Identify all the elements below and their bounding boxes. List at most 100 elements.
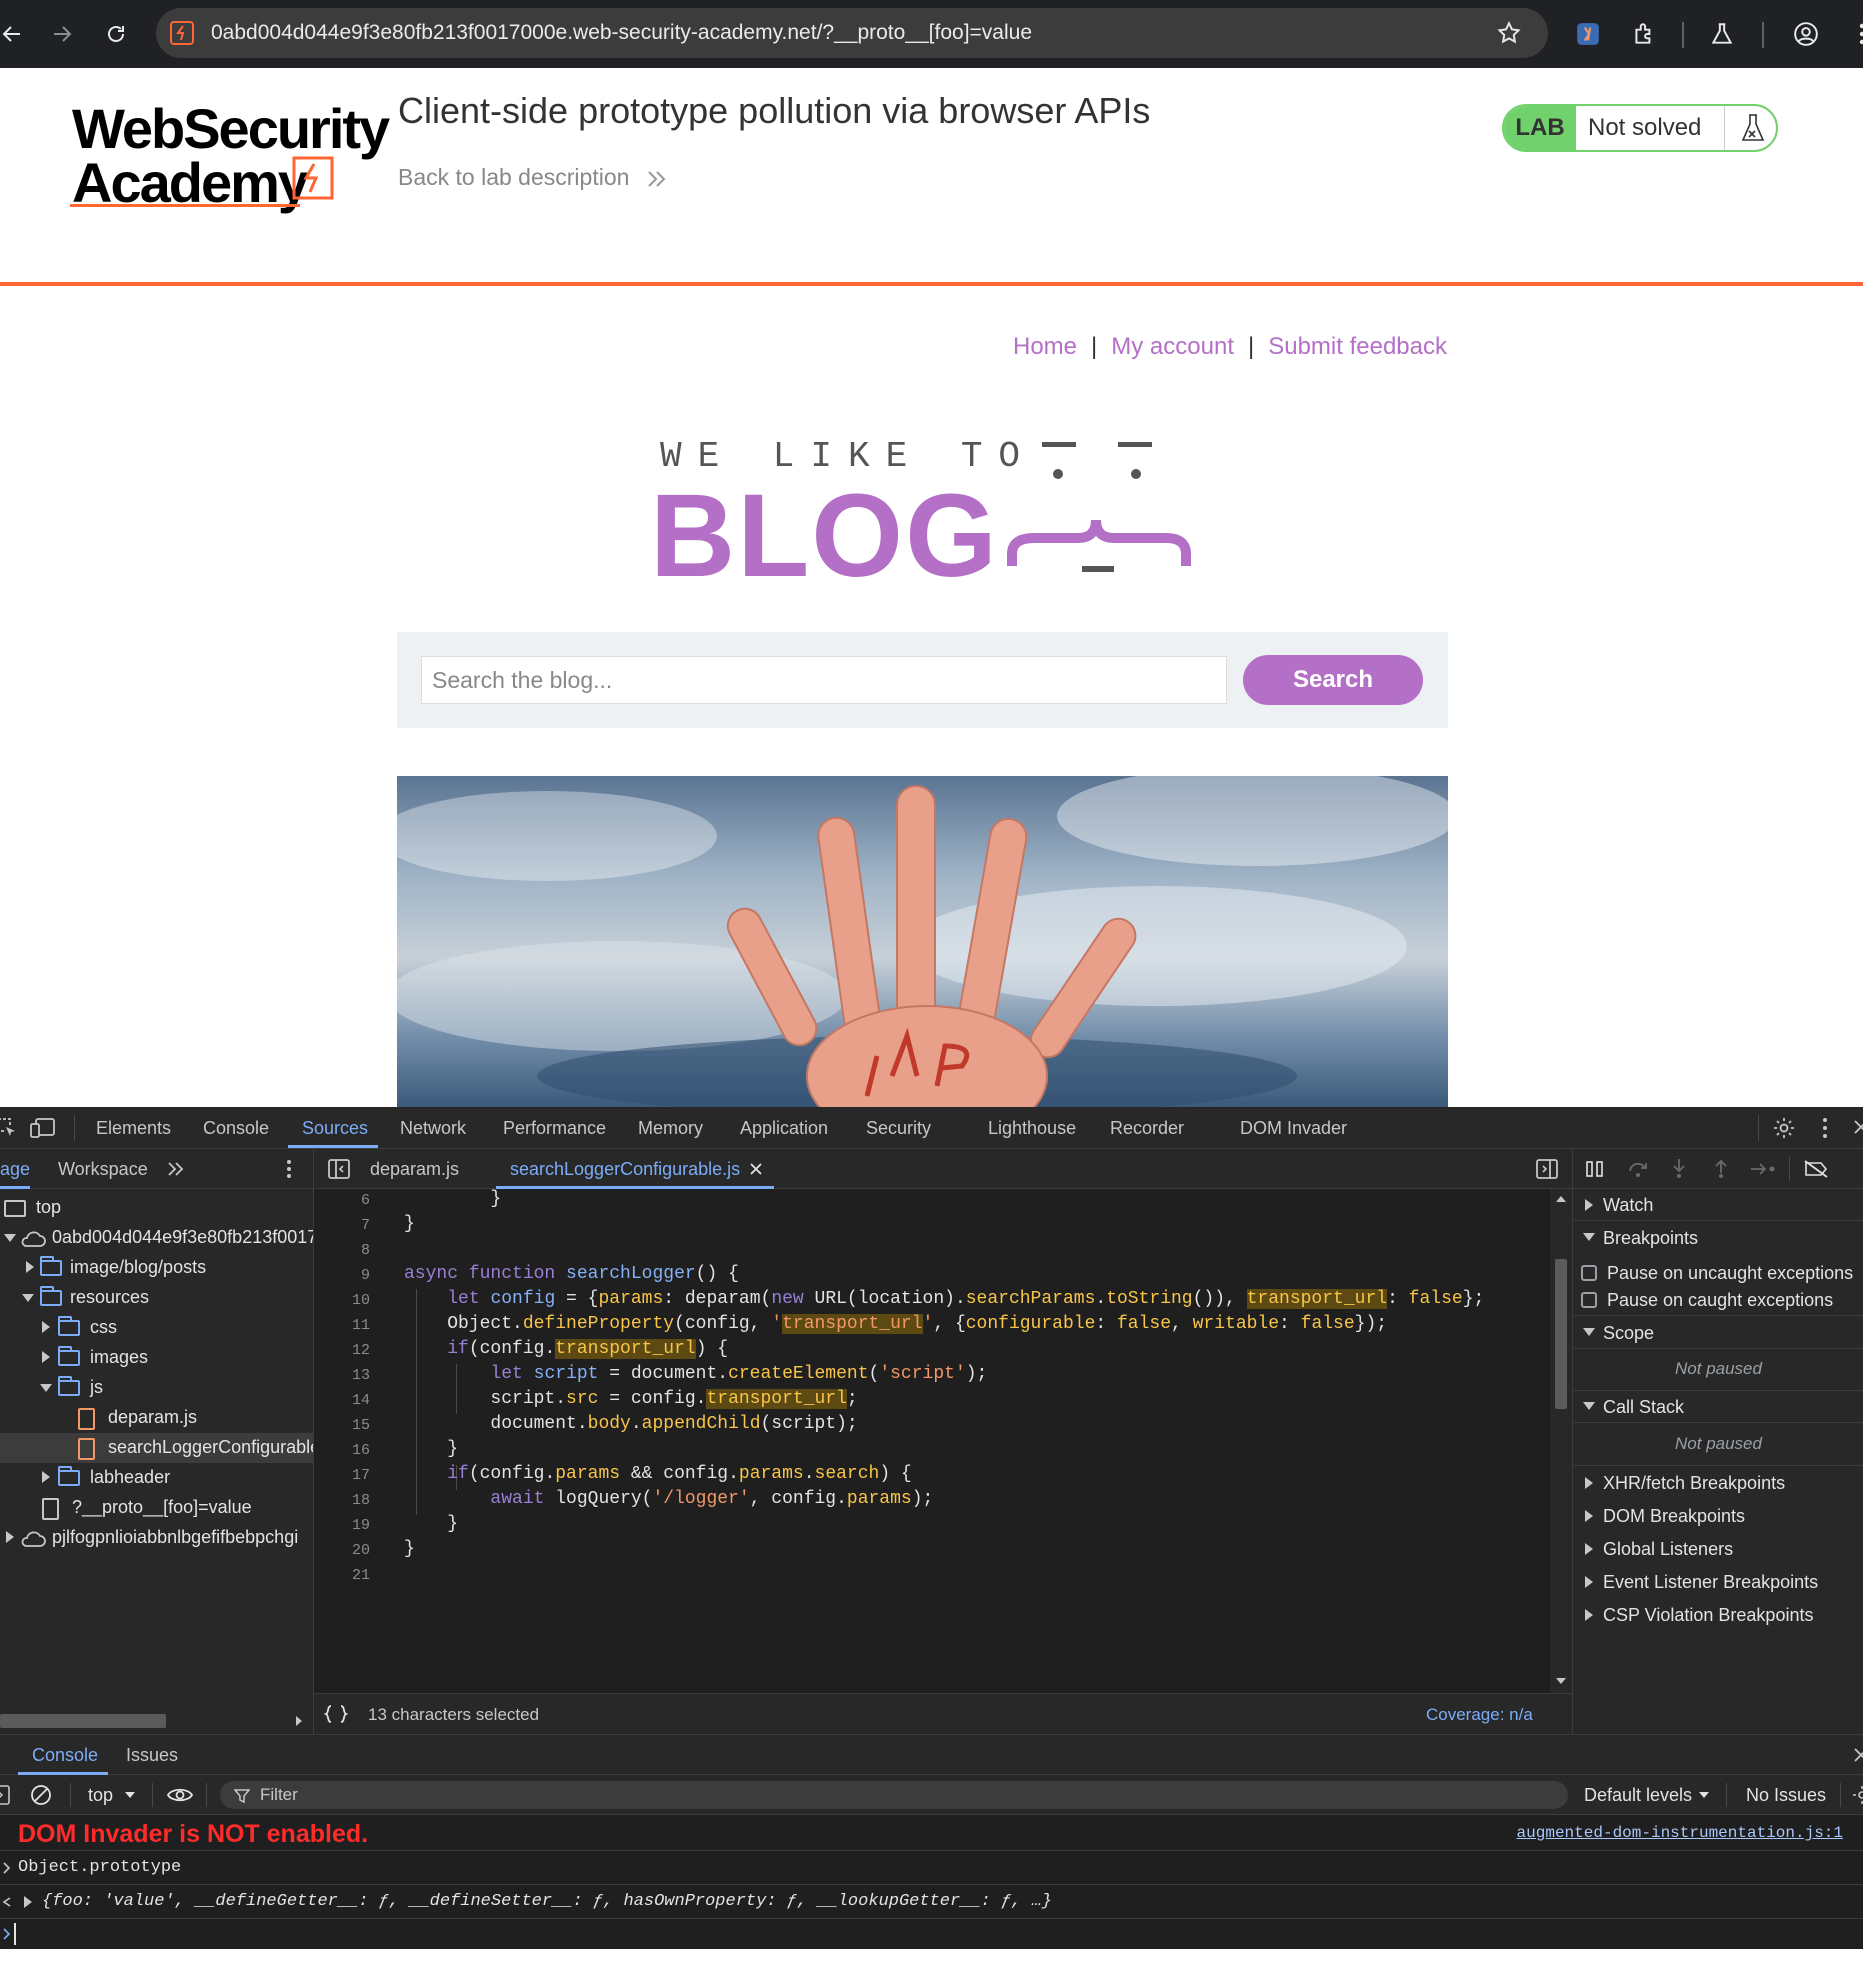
settings-gear-icon[interactable] [1772, 1116, 1796, 1140]
clear-console-icon[interactable] [30, 1784, 52, 1806]
bookmark-star-icon[interactable] [1496, 20, 1522, 46]
console-output[interactable]: DOM Invader is NOT enabled. augmented-do… [0, 1815, 1863, 1949]
step-over-icon[interactable] [1627, 1159, 1649, 1179]
tab-performance[interactable]: Performance [503, 1118, 606, 1139]
step-into-icon[interactable] [1669, 1157, 1689, 1179]
tab-dom-invader[interactable]: DOM Invader [1240, 1118, 1347, 1139]
burp-extension-icon[interactable] [1570, 16, 1606, 52]
toggle-debugger-icon[interactable] [1536, 1159, 1558, 1179]
expand-object-triangle-icon[interactable] [24, 1896, 32, 1908]
editor-tab-searchloggerconfigurable-js[interactable]: searchLoggerConfigurable.js [510, 1159, 740, 1180]
nav-home-link[interactable]: Home [1013, 333, 1077, 360]
tab-console[interactable]: Console [203, 1118, 269, 1139]
console-prompt[interactable] [0, 1919, 1863, 1949]
devtools-panel: Elements Console Sources Network Perform… [0, 1107, 1863, 1949]
tab-memory[interactable]: Memory [638, 1118, 703, 1139]
navigator-tab-workspace[interactable]: Workspace [58, 1159, 148, 1180]
message-source-link[interactable]: augmented-dom-instrumentation.js:1 [1517, 1824, 1843, 1842]
pause-icon[interactable] [1585, 1159, 1605, 1179]
step-icon[interactable] [1749, 1159, 1777, 1179]
tab-recorder[interactable]: Recorder [1110, 1118, 1184, 1139]
context-selector[interactable]: top [88, 1785, 113, 1806]
call-stack-not-paused: Not paused [1675, 1434, 1762, 1453]
close-devtools-icon[interactable] [1852, 1118, 1863, 1136]
device-toolbar-icon[interactable] [30, 1117, 56, 1139]
reload-icon[interactable] [98, 16, 134, 52]
navigator-menu-icon[interactable] [286, 1159, 292, 1179]
console-result-row[interactable]: {foo: 'value', __defineGetter__: ƒ, __de… [0, 1885, 1863, 1919]
tree-item-origin[interactable]: 0abd004d044e9f3e80fb213f0017 [0, 1223, 313, 1253]
back-icon[interactable] [0, 16, 30, 52]
debugger-toolbar [1573, 1149, 1863, 1189]
navigator-tab-page[interactable]: age [0, 1159, 30, 1180]
breakpoints-section[interactable]: Breakpoints [1573, 1222, 1863, 1254]
console-filter-input[interactable]: Filter [220, 1781, 1568, 1809]
dropdown-arrow-icon [1699, 1792, 1709, 1798]
tree-item-deparam-js[interactable]: deparam.js [0, 1403, 313, 1433]
tree-item-labheader[interactable]: labheader [0, 1463, 313, 1493]
inspect-element-icon[interactable] [0, 1117, 18, 1139]
source-code[interactable]: 6 } 7} 8 9 async function searchLogger() … [314, 1189, 1550, 1693]
step-out-icon[interactable] [1711, 1157, 1731, 1179]
extensions-puzzle-icon[interactable] [1626, 16, 1662, 52]
tree-item-searchloggerconfigurable-js[interactable]: searchLoggerConfigurable [0, 1433, 313, 1463]
tab-security[interactable]: Security [866, 1118, 931, 1139]
forward-icon[interactable] [44, 16, 80, 52]
navigator-horizontal-scrollbar[interactable] [0, 1709, 313, 1733]
global-listeners-section[interactable]: Global Listeners [1573, 1533, 1863, 1565]
console-settings-gear-icon[interactable] [1852, 1785, 1863, 1805]
browser-menu-icon[interactable] [1844, 16, 1863, 52]
sidebar-toggle-icon[interactable] [0, 1785, 10, 1805]
event-listener-breakpoints-section[interactable]: Event Listener Breakpoints [1573, 1566, 1863, 1598]
line-number: 11 [351, 1317, 370, 1334]
tree-item-image-blog-posts[interactable]: image/blog/posts [0, 1253, 313, 1283]
tab-lighthouse[interactable]: Lighthouse [988, 1118, 1076, 1139]
tab-elements[interactable]: Elements [96, 1118, 171, 1139]
web-security-academy-logo[interactable]: WebSecurity Academy [70, 96, 390, 214]
nav-my-account-link[interactable]: My account [1111, 333, 1234, 360]
drawer-tab-issues[interactable]: Issues [126, 1745, 178, 1766]
pause-caught-checkbox[interactable]: Pause on caught exceptions [1573, 1284, 1863, 1316]
default-levels-dropdown[interactable]: Default levels [1584, 1785, 1692, 1806]
editor-tab-deparam-js[interactable]: deparam.js [370, 1159, 459, 1180]
tree-item-css[interactable]: css [0, 1313, 313, 1343]
deactivate-breakpoints-icon[interactable] [1803, 1159, 1829, 1179]
tree-item-resources[interactable]: resources [0, 1283, 313, 1313]
back-to-lab-description-link[interactable]: Back to lab description [398, 164, 668, 191]
labs-flask-icon[interactable] [1704, 16, 1740, 52]
tab-application[interactable]: Application [740, 1118, 828, 1139]
xhr-breakpoints-section[interactable]: XHR/fetch Breakpoints [1573, 1467, 1863, 1499]
more-tabs-chevron-icon[interactable] [166, 1161, 186, 1177]
profile-avatar-icon[interactable] [1788, 16, 1824, 52]
editor-vertical-scrollbar[interactable] [1550, 1189, 1572, 1693]
devtools-menu-icon[interactable] [1822, 1116, 1828, 1140]
nav-submit-feedback-link[interactable]: Submit feedback [1268, 333, 1447, 360]
issues-counter[interactable]: No Issues [1746, 1785, 1826, 1806]
lab-status-text: Not solved [1588, 114, 1702, 141]
blog-post-image[interactable] [397, 776, 1448, 1107]
pretty-print-icon[interactable] [324, 1704, 348, 1724]
tree-item-extension[interactable]: pjlfogpnlioiabbnlbgefifbebpchgi [0, 1523, 313, 1553]
scope-section[interactable]: Scope [1573, 1317, 1863, 1349]
search-input[interactable] [421, 656, 1227, 704]
console-drawer: Console Issues top Filter Default levels… [0, 1734, 1863, 1949]
close-tab-icon[interactable] [748, 1161, 764, 1177]
live-expression-eye-icon[interactable] [166, 1785, 194, 1805]
toggle-navigator-icon[interactable] [328, 1159, 350, 1179]
tab-sources[interactable]: Sources [302, 1118, 368, 1139]
close-drawer-icon[interactable] [1852, 1746, 1863, 1764]
tab-network[interactable]: Network [400, 1118, 466, 1139]
tree-item-js[interactable]: js [0, 1373, 313, 1403]
drawer-tab-console[interactable]: Console [32, 1745, 98, 1766]
dom-breakpoints-section[interactable]: DOM Breakpoints [1573, 1500, 1863, 1532]
csp-violation-breakpoints-section[interactable]: CSP Violation Breakpoints [1573, 1599, 1863, 1631]
watch-section[interactable]: Watch [1573, 1189, 1863, 1221]
coverage-status[interactable]: Coverage: n/a [1426, 1705, 1533, 1725]
tree-item-top[interactable]: top [0, 1193, 313, 1223]
call-stack-section[interactable]: Call Stack [1573, 1391, 1863, 1423]
address-bar[interactable]: 0abd004d044e9f3e80fb213f0017000e.web-sec… [156, 8, 1548, 58]
editor-status-bar: 13 characters selected Coverage: n/a [314, 1693, 1572, 1734]
search-button[interactable]: Search [1243, 655, 1423, 705]
tree-item-document[interactable]: ?__proto__[foo]=value [0, 1493, 313, 1523]
tree-item-images[interactable]: images [0, 1343, 313, 1373]
